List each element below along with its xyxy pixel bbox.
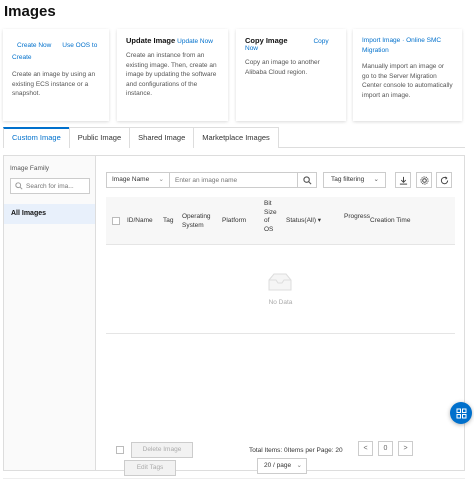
image-name-select-label: Image Name	[112, 176, 150, 183]
col-platform: Platform	[222, 217, 247, 224]
edit-tags-button[interactable]: Edit Tags	[124, 460, 176, 476]
tab-public-image[interactable]: Public Image	[68, 127, 131, 148]
total-items-text: Total Items: 0	[249, 447, 288, 454]
search-icon	[15, 182, 23, 190]
chevron-down-icon: ⌄	[158, 176, 164, 183]
copy-image-desc: Copy an image to another Alibaba Cloud r…	[245, 59, 320, 76]
main-panel: Image Family All Images Image Name ⌄ Tag…	[3, 155, 465, 471]
download-icon	[399, 176, 407, 185]
chevron-down-icon: ⌄	[373, 176, 379, 183]
image-family-sidebar: Image Family All Images	[4, 156, 96, 470]
tag-filtering-label: Tag filtering	[331, 176, 365, 183]
create-now-link[interactable]: Create Now	[17, 42, 51, 49]
empty-state: No Data	[106, 246, 455, 334]
prev-page-button[interactable]: <	[358, 441, 373, 456]
page-number[interactable]: 0	[378, 441, 393, 456]
next-page-button[interactable]: >	[398, 441, 413, 456]
update-image-title: Update Image	[126, 36, 176, 45]
update-image-card: Update Image Update Now Create an instan…	[117, 29, 228, 121]
import-image-desc: Manually import an image or go to the Se…	[362, 63, 453, 99]
import-image-card: Import Image · Online SMC Migration Manu…	[353, 29, 462, 121]
select-all-footer-checkbox[interactable]	[116, 446, 124, 454]
col-bit-size: Bit Size of OS	[264, 200, 277, 233]
search-icon	[302, 175, 311, 184]
page-title: Images	[4, 3, 56, 20]
col-creation-time: Creation Time	[370, 217, 411, 224]
custom-image-card: Create Now Use OOS to Create Create an i…	[3, 29, 109, 121]
update-image-desc: Create an instance from an existing imag…	[126, 52, 217, 97]
gear-icon	[419, 175, 429, 185]
page-size-label: 20 / page	[264, 462, 292, 469]
image-family-label: Image Family	[10, 165, 50, 172]
search-button[interactable]	[297, 172, 317, 188]
col-id-name: ID/Name	[127, 217, 153, 224]
page-size-select[interactable]: 20 / page ⌄	[257, 458, 307, 474]
custom-image-desc: Create an image by using an existing ECS…	[12, 71, 96, 97]
tab-custom-image[interactable]: Custom Image	[3, 127, 70, 148]
family-search-input[interactable]	[26, 182, 88, 190]
grid-icon	[456, 408, 466, 418]
items-per-page-text: Items per Page: 20	[287, 447, 343, 454]
image-tabs: Custom Image Public Image Shared Image M…	[3, 127, 465, 148]
col-tag: Tag	[163, 217, 174, 224]
select-all-checkbox[interactable]	[112, 217, 120, 225]
bottom-divider	[3, 478, 465, 479]
col-operating-system: Operating System	[182, 213, 211, 229]
pagination-summary: Total Items: 0Items per Page: 20	[249, 447, 343, 454]
image-name-input[interactable]	[169, 172, 298, 188]
image-name-select[interactable]: Image Name ⌄	[106, 172, 170, 188]
no-data-text: No Data	[268, 299, 293, 306]
settings-button[interactable]	[416, 172, 432, 188]
chevron-down-icon: ⌄	[296, 462, 302, 469]
delete-image-button[interactable]: Delete Image	[131, 442, 193, 458]
col-status-label: Status(All)	[286, 217, 316, 224]
quick-menu-button[interactable]	[450, 402, 472, 424]
tab-marketplace-images[interactable]: Marketplace Images	[193, 127, 279, 148]
sidebar-item-all-images[interactable]: All Images	[4, 204, 95, 224]
family-search-box	[10, 178, 90, 194]
tag-filtering-dropdown[interactable]: Tag filtering ⌄	[323, 172, 386, 188]
refresh-icon	[440, 176, 448, 184]
copy-image-card: Copy Image Copy Now Copy an image to ano…	[236, 29, 346, 121]
tab-shared-image[interactable]: Shared Image	[129, 127, 195, 148]
copy-image-title: Copy Image	[245, 36, 288, 45]
export-button[interactable]	[395, 172, 411, 188]
refresh-button[interactable]	[436, 172, 452, 188]
filter-dropdown-icon: ▾	[317, 217, 322, 224]
empty-box-icon	[268, 273, 292, 291]
import-image-link[interactable]: Import Image	[362, 37, 400, 44]
col-status[interactable]: Status(All) ▾	[286, 217, 321, 226]
col-progress: Progress	[344, 213, 371, 220]
table-header: ID/Name Tag Operating System Platform Bi…	[106, 197, 455, 245]
update-now-link[interactable]: Update Now	[177, 38, 213, 45]
